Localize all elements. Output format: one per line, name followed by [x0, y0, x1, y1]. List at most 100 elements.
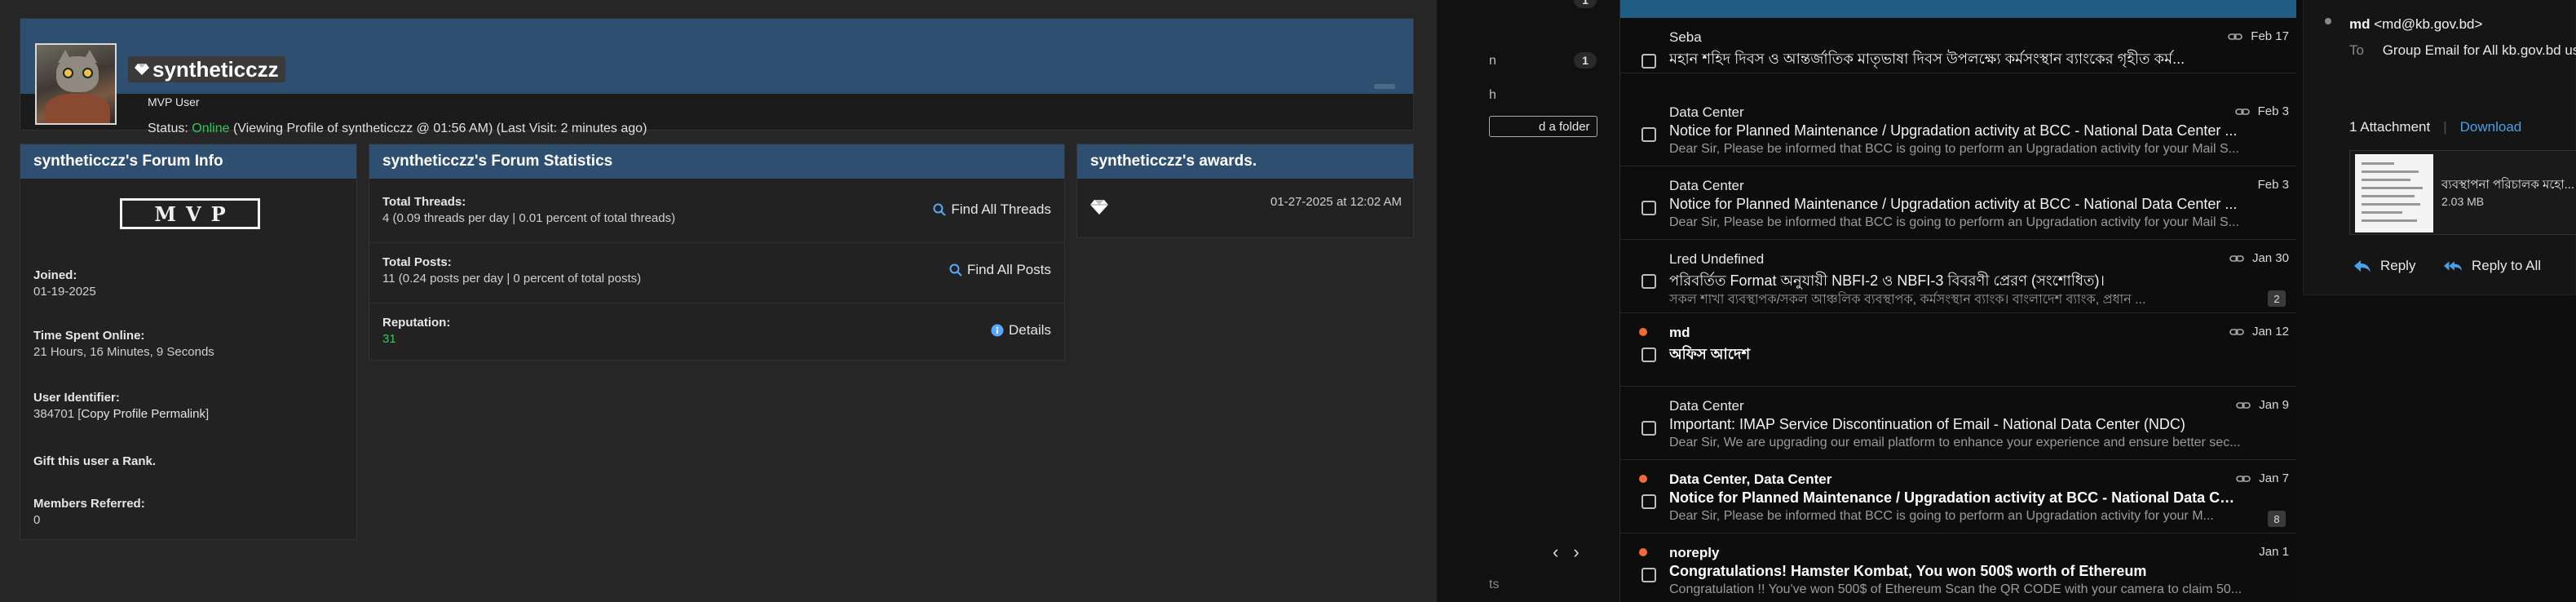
folder-count-badge: 1 — [1574, 0, 1597, 8]
mail-sender: Data Center — [1669, 104, 1744, 120]
mail-date: Jan 9 — [2236, 398, 2289, 412]
folder-item-partial[interactable]: n — [1489, 54, 1496, 69]
select-checkbox[interactable] — [1641, 347, 1656, 362]
unread-dot — [1639, 475, 1647, 483]
to-label: To — [2349, 42, 2364, 58]
mail-date-text: Jan 30 — [2251, 251, 2289, 265]
link-icon — [2234, 108, 2250, 115]
total-threads-item: Total Threads: 4 (0.09 threads per day |… — [382, 195, 675, 225]
list-item[interactable]: Lred Undefined পরিবর্তিত Format অনুযায়ী… — [1620, 240, 2297, 313]
copy-permalink-link[interactable]: Copy Profile Permalink — [81, 407, 205, 421]
unread-dot — [1639, 328, 1647, 336]
to-value: Group Email for All kb.gov.bd us — [2382, 42, 2576, 58]
mail-folder-sidebar: 1 n 1 h d a folder ‹ › ts — [1437, 0, 1619, 602]
reply-all-icon — [2444, 261, 2463, 272]
gift-rank-item[interactable]: Gift this user a Rank. — [33, 454, 156, 468]
joined-value: 01-19-2025 — [33, 285, 96, 299]
folder-pager: ‹ › — [1553, 542, 1580, 563]
folder-unread-badge: 1 — [1574, 52, 1597, 69]
mail-sender: Data Center — [1669, 178, 1744, 193]
list-item[interactable]: Data Center Notice for Planned Maintenan… — [1620, 166, 2297, 240]
select-checkbox[interactable] — [1641, 421, 1656, 436]
details-label[interactable]: Details — [1009, 322, 1051, 339]
mail-sender: Data Center, Data Center — [1669, 471, 1832, 487]
mail-preview: সকল শাখা ব্যবস্থাপক/সকল আঞ্চলিক ব্যবস্থা… — [1669, 293, 2146, 307]
mail-subject: Congratulations! Hamster Kombat, You won… — [1669, 563, 2147, 579]
attachment-count: 1 Attachment — [2349, 119, 2431, 135]
user-identifier-value: 384701 [Copy Profile Permalink] — [33, 407, 210, 421]
avatar[interactable] — [35, 43, 117, 125]
sender-email: <md@kb.gov.bd> — [2374, 16, 2483, 32]
status-details: (Viewing Profile of syntheticczz @ 01:56… — [232, 122, 647, 135]
joined-label: Joined: — [33, 268, 77, 282]
folder-item-partial[interactable]: h — [1489, 88, 1496, 103]
joined-item: Joined: 01-19-2025 — [33, 268, 96, 299]
attachment-card[interactable]: ব্যবস্থাপনা পরিচালক মহো... 2.03 MB — [2349, 150, 2576, 235]
reply-all-button[interactable]: Reply to All — [2444, 258, 2541, 274]
mail-date-text: Feb 3 — [2257, 178, 2289, 192]
select-checkbox[interactable] — [1641, 127, 1656, 142]
screen: syntheticczz MVP User Status: Online (Vi… — [0, 0, 2576, 602]
list-item[interactable]: md অফিস আদেশ Jan 12 — [1620, 313, 2297, 387]
find-all-threads-link[interactable]: Find All Threads — [933, 201, 1051, 218]
time-online-item: Time Spent Online: 21 Hours, 16 Minutes,… — [33, 329, 214, 359]
mail-sender: Data Center — [1669, 398, 1744, 414]
user-identifier-label: User Identifier: — [33, 391, 120, 405]
message-to: To Group Email for All kb.gov.bd us — [2349, 42, 2576, 59]
list-item[interactable]: noreply Congratulations! Hamster Kombat,… — [1620, 533, 2297, 602]
select-checkbox[interactable] — [1641, 201, 1656, 215]
reply-label[interactable]: Reply — [2380, 258, 2415, 274]
reply-button[interactable]: Reply — [2353, 258, 2415, 274]
find-all-threads-label[interactable]: Find All Threads — [951, 201, 1051, 218]
reputation-label: Reputation: — [382, 316, 451, 330]
mail-date-text: Jan 7 — [2259, 471, 2289, 485]
members-referred-label: Members Referred: — [33, 497, 145, 511]
attachment-bar: 1 Attachment | Download — [2349, 119, 2522, 135]
diamond-icon — [135, 64, 149, 75]
find-all-posts-label[interactable]: Find All Posts — [967, 262, 1051, 278]
select-checkbox[interactable] — [1641, 54, 1656, 69]
add-folder-button[interactable]: d a folder — [1489, 116, 1597, 137]
reputation-details-link[interactable]: Details — [991, 322, 1051, 339]
mail-date-text: Feb 3 — [2257, 104, 2289, 118]
select-checkbox[interactable] — [1641, 568, 1656, 582]
mail-date-text: Jan 12 — [2251, 325, 2289, 339]
forum-info-panel: syntheticczz's Forum Info MVP Joined: 01… — [20, 144, 357, 540]
total-threads-label: Total Threads: — [382, 195, 466, 209]
reply-all-label[interactable]: Reply to All — [2472, 258, 2541, 274]
mvp-badge: MVP — [120, 198, 260, 229]
mail-subject: Notice for Planned Maintenance / Upgrada… — [1669, 196, 2238, 212]
list-item[interactable]: Seba মহান শহিদ দিবস ও আন্তর্জাতিক মাতৃভা… — [1620, 18, 2297, 73]
awards-title: syntheticczz's awards. — [1077, 144, 1413, 179]
mail-date-text: Jan 9 — [2259, 398, 2289, 412]
user-title: MVP User — [148, 95, 200, 108]
unread-dot — [1639, 548, 1647, 556]
forum-profile-window: syntheticczz MVP User Status: Online (Vi… — [0, 0, 1437, 602]
download-link[interactable]: Download — [2460, 119, 2522, 135]
mail-date: Jan 1 — [2259, 545, 2289, 559]
status-online: Online — [192, 122, 230, 135]
attachment-thumbnail — [2355, 154, 2433, 232]
mail-list: Seba মহান শহিদ দিবস ও আন্তর্জাতিক মাতৃভা… — [1619, 0, 2297, 602]
select-checkbox[interactable] — [1641, 274, 1656, 289]
select-checkbox[interactable] — [1641, 494, 1656, 509]
mail-date: Feb 3 — [2234, 104, 2289, 118]
mail-preview: Dear Sir, Please be informed that BCC is… — [1669, 215, 2239, 229]
gift-rank-link[interactable]: Gift this user a Rank. — [33, 454, 156, 468]
chevron-right-icon[interactable]: › — [1573, 542, 1579, 563]
list-item[interactable]: Data Center Notice for Planned Maintenan… — [1620, 93, 2297, 166]
username: syntheticczz — [152, 56, 279, 82]
mail-list-header-bar — [1620, 0, 2296, 18]
find-all-posts-link[interactable]: Find All Posts — [949, 262, 1051, 278]
diamond-award-icon[interactable] — [1090, 200, 1108, 215]
list-item[interactable]: Data Center, Data Center Notice for Plan… — [1620, 460, 2297, 533]
mail-date: Jan 30 — [2229, 251, 2289, 265]
message-card: md <md@kb.gov.bd> To Group Email for All… — [2303, 0, 2576, 295]
chevron-left-icon[interactable]: ‹ — [1553, 542, 1558, 563]
list-item[interactable]: Data Center Important: IMAP Service Disc… — [1620, 387, 2297, 460]
user-identifier-item: User Identifier: 384701 [Copy Profile Pe… — [33, 391, 209, 421]
reading-pane: md <md@kb.gov.bd> To Group Email for All… — [2296, 0, 2576, 602]
link-icon — [2236, 401, 2251, 409]
sidebar-bottom-item[interactable]: ts — [1489, 578, 1499, 592]
time-online-label: Time Spent Online: — [33, 329, 145, 343]
